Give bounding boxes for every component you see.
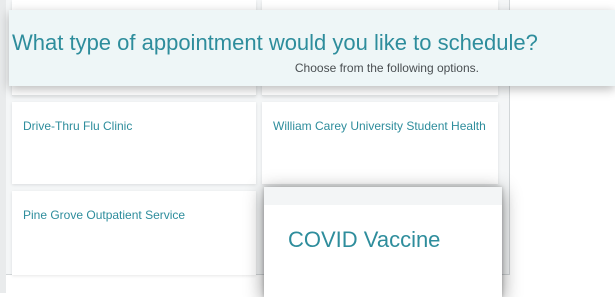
page-title: What type of appointment would you like … bbox=[12, 30, 538, 55]
card-top-bar bbox=[264, 187, 502, 205]
option-label: Pine Grove Outpatient Service bbox=[23, 208, 186, 222]
option-pine-grove-outpatient[interactable]: Pine Grove Outpatient Service bbox=[12, 191, 256, 275]
option-label: Drive-Thru Flu Clinic bbox=[23, 119, 133, 133]
option-label: William Carey University Student Health bbox=[273, 119, 486, 133]
page-subtitle: Choose from the following options. bbox=[294, 61, 479, 75]
option-drive-thru-flu-clinic[interactable]: Drive-Thru Flu Clinic bbox=[12, 102, 256, 184]
page-header-banner: What type of appointment would you like … bbox=[9, 10, 615, 86]
option-william-carey-student-health[interactable]: William Carey University Student Health bbox=[262, 102, 498, 184]
option-covid-vaccine[interactable]: COVID Vaccine bbox=[264, 187, 502, 297]
option-label: COVID Vaccine bbox=[288, 227, 441, 252]
